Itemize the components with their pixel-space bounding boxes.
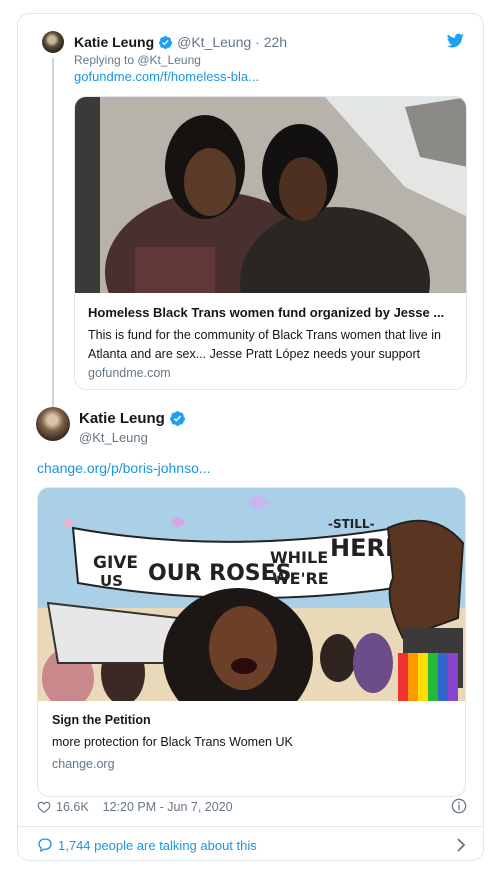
avatar[interactable] [42,31,64,53]
author-name-row[interactable]: Katie Leung [79,410,190,427]
like-count[interactable]: 16.6K [56,800,89,814]
conversation-link[interactable]: 1,744 people are talking about this [37,835,467,855]
author-handle[interactable]: @Kt_Leung [79,430,148,445]
verified-badge-icon [169,411,185,426]
card-domain: change.org [52,757,115,771]
banner-text-give: GIVE [93,553,138,573]
thread-connector-line [52,58,54,428]
speech-bubble-icon [38,838,52,853]
tweet-meta: 16.6K 12:20 PM - Jun 7, 2020 [37,798,467,816]
replying-to[interactable]: Replying to @Kt_Leung [74,53,201,67]
card-description: This is fund for the community of Black … [88,328,441,361]
link-preview-card[interactable]: Homeless Black Trans women fund organize… [74,96,467,390]
card-description: more protection for Black Trans Women UK [52,735,293,749]
divider [18,826,483,827]
tweet-timestamp[interactable]: 12:20 PM - Jun 7, 2020 [103,800,233,814]
heart-icon[interactable] [37,800,51,814]
chevron-right-icon[interactable] [455,838,467,852]
card-title: Sign the Petition [52,713,151,727]
card-title: Homeless Black Trans women fund organize… [88,305,445,320]
conversation-label[interactable]: 1,744 people are talking about this [58,838,257,853]
author-name[interactable]: Katie Leung [79,410,165,427]
card-image: GIVE US OUR ROSES WHILE -STILL- WE'RE HE… [38,488,465,701]
handle-and-time[interactable]: @Kt_Leung · 22h [177,34,287,50]
banner-text-us: US [100,572,123,590]
tweet-link[interactable]: gofundme.com/f/homeless-bla... [74,69,259,84]
tweet-link[interactable]: change.org/p/boris-johnso... [37,460,211,476]
banner-text-while: WHILE [270,548,328,567]
banner-text-were: WE'RE [272,569,329,588]
card-domain: gofundme.com [88,366,171,380]
tweet-embed: Katie Leung @Kt_Leung · 22h Replying to … [17,13,484,861]
protest-illustration: GIVE US OUR ROSES WHILE -STILL- WE'RE HE… [38,488,465,701]
avatar[interactable] [36,407,70,441]
card-image [75,97,466,293]
author-name[interactable]: Katie Leung [74,34,154,50]
parent-tweet-header: Katie Leung @Kt_Leung · 22h [74,34,287,50]
parent-tweet[interactable]: Katie Leung @Kt_Leung · 22h Replying to … [18,14,483,428]
info-icon[interactable] [451,798,467,814]
verified-badge-icon [159,35,173,49]
twitter-bird-icon[interactable] [447,32,464,49]
link-preview-card[interactable]: GIVE US OUR ROSES WHILE -STILL- WE'RE HE… [37,487,466,797]
car-interior-photo [75,97,466,293]
banner-text-still: -STILL- [328,517,375,531]
